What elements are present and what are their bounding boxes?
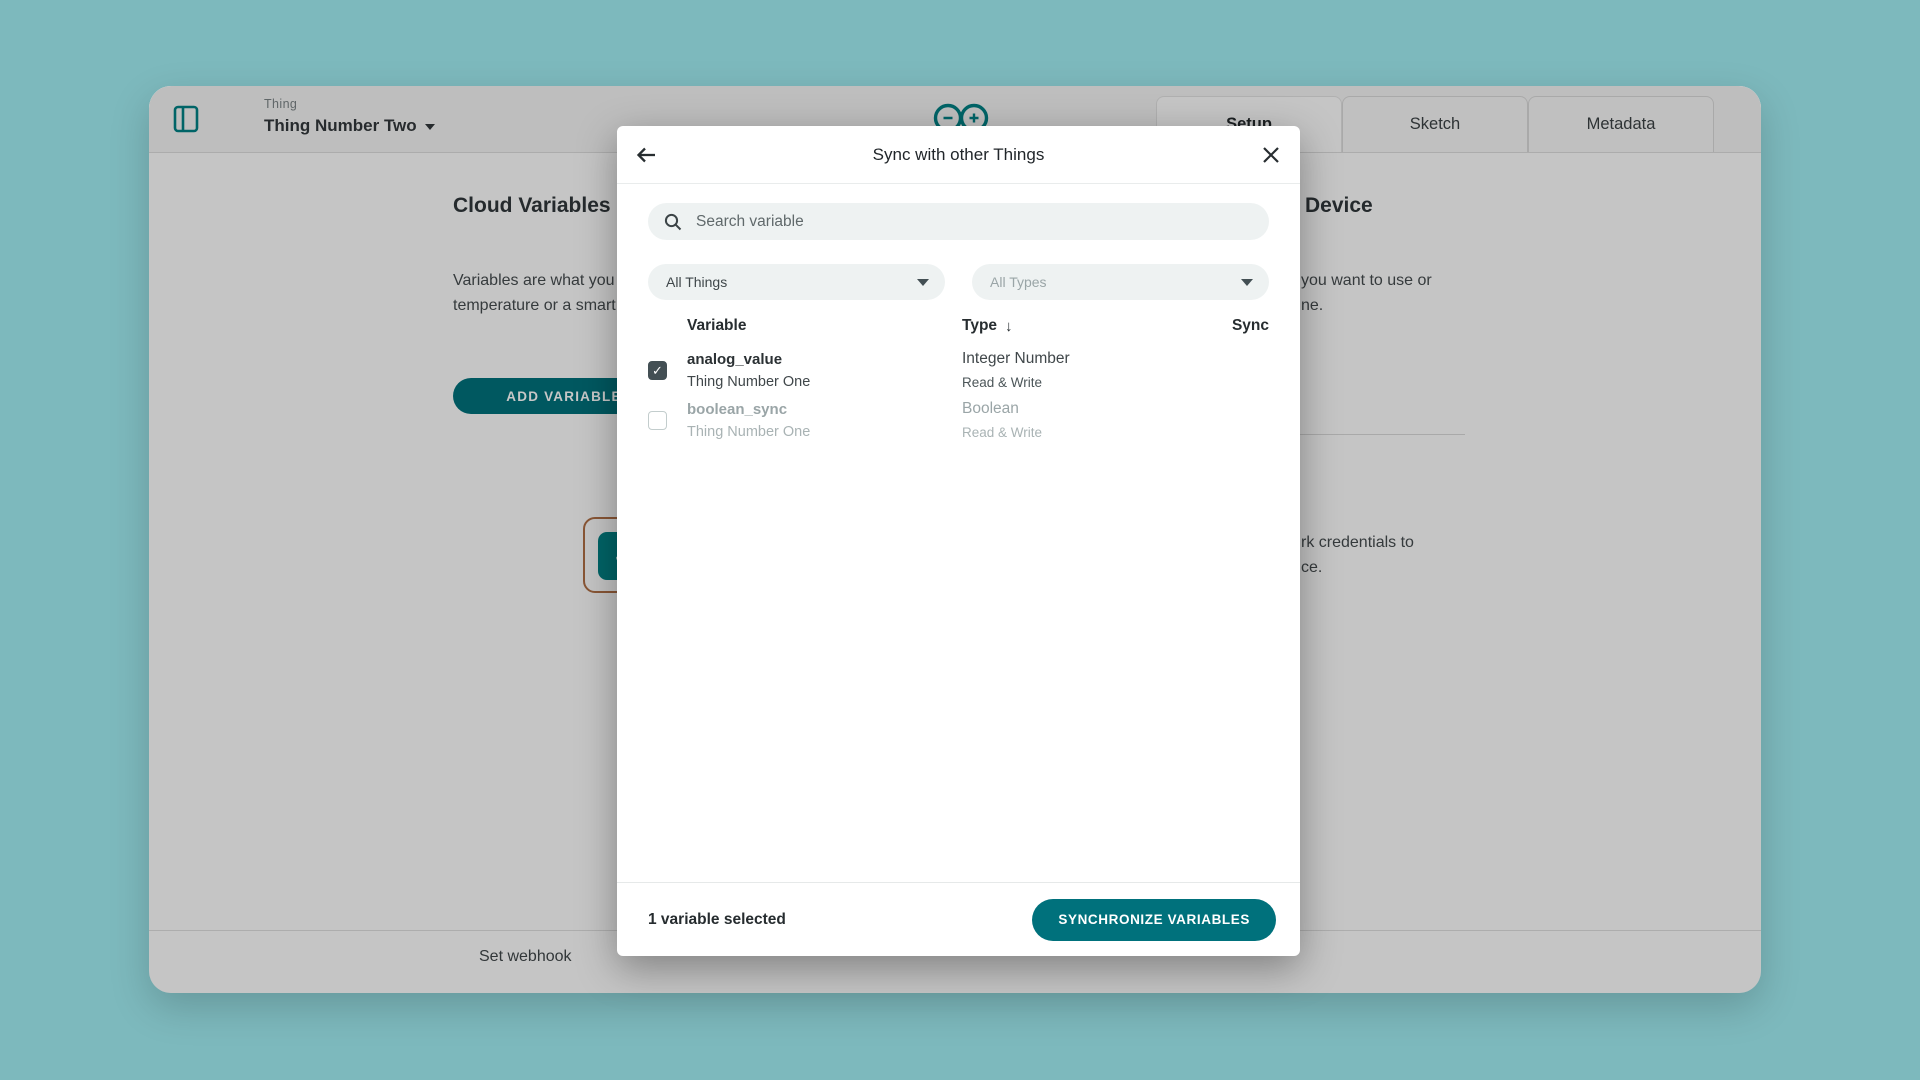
chevron-down-icon <box>1241 279 1253 286</box>
chevron-down-icon <box>917 279 929 286</box>
variable-type: Boolean <box>962 400 1269 418</box>
variable-list: analog_value Thing Number One Integer Nu… <box>617 349 1300 441</box>
search-icon <box>664 213 682 231</box>
dialog-title: Sync with other Things <box>873 145 1045 165</box>
things-filter-value: All Things <box>666 274 727 290</box>
variable-type: Integer Number <box>962 350 1269 368</box>
variable-name: boolean_sync <box>687 401 962 418</box>
search-bar <box>648 203 1269 240</box>
sync-column-header: Sync <box>1232 317 1269 335</box>
checkbox-column-spacer <box>648 317 687 335</box>
variable-permission: Read & Write <box>962 375 1269 390</box>
types-filter-dropdown[interactable]: All Types <box>972 264 1269 300</box>
types-filter-value: All Types <box>990 274 1047 290</box>
things-filter-dropdown[interactable]: All Things <box>648 264 945 300</box>
table-row: boolean_sync Thing Number One Boolean Re… <box>648 399 1269 441</box>
dialog-header: Sync with other Things <box>617 126 1300 184</box>
variable-thing: Thing Number One <box>687 424 962 440</box>
page: Thing Thing Number Two Setup Sketch Meta… <box>0 0 1920 1080</box>
sort-descending-icon: ↓ <box>1005 318 1013 335</box>
dialog-footer: 1 variable selected SYNCHRONIZE VARIABLE… <box>617 882 1300 956</box>
type-column-header[interactable]: Type ↓ <box>962 317 1013 335</box>
synchronize-variables-button[interactable]: SYNCHRONIZE VARIABLES <box>1032 899 1276 941</box>
table-header-row: Variable Type ↓ Sync <box>648 317 1269 335</box>
table-row: analog_value Thing Number One Integer Nu… <box>648 349 1269 391</box>
sync-checkbox[interactable] <box>648 411 667 430</box>
search-input[interactable] <box>694 212 1253 232</box>
variable-column-header: Variable <box>687 317 962 335</box>
close-icon <box>1262 146 1280 164</box>
variable-permission: Read & Write <box>962 425 1269 440</box>
sync-checkbox[interactable] <box>648 361 667 380</box>
close-button[interactable] <box>1256 140 1286 170</box>
variable-thing: Thing Number One <box>687 374 962 390</box>
filter-row: All Things All Types <box>648 264 1269 300</box>
arrow-left-icon <box>634 143 658 167</box>
selection-summary: 1 variable selected <box>648 911 786 929</box>
sync-dialog: Sync with other Things All Things All T <box>617 126 1300 956</box>
variable-name: analog_value <box>687 351 962 368</box>
back-button[interactable] <box>631 140 661 170</box>
